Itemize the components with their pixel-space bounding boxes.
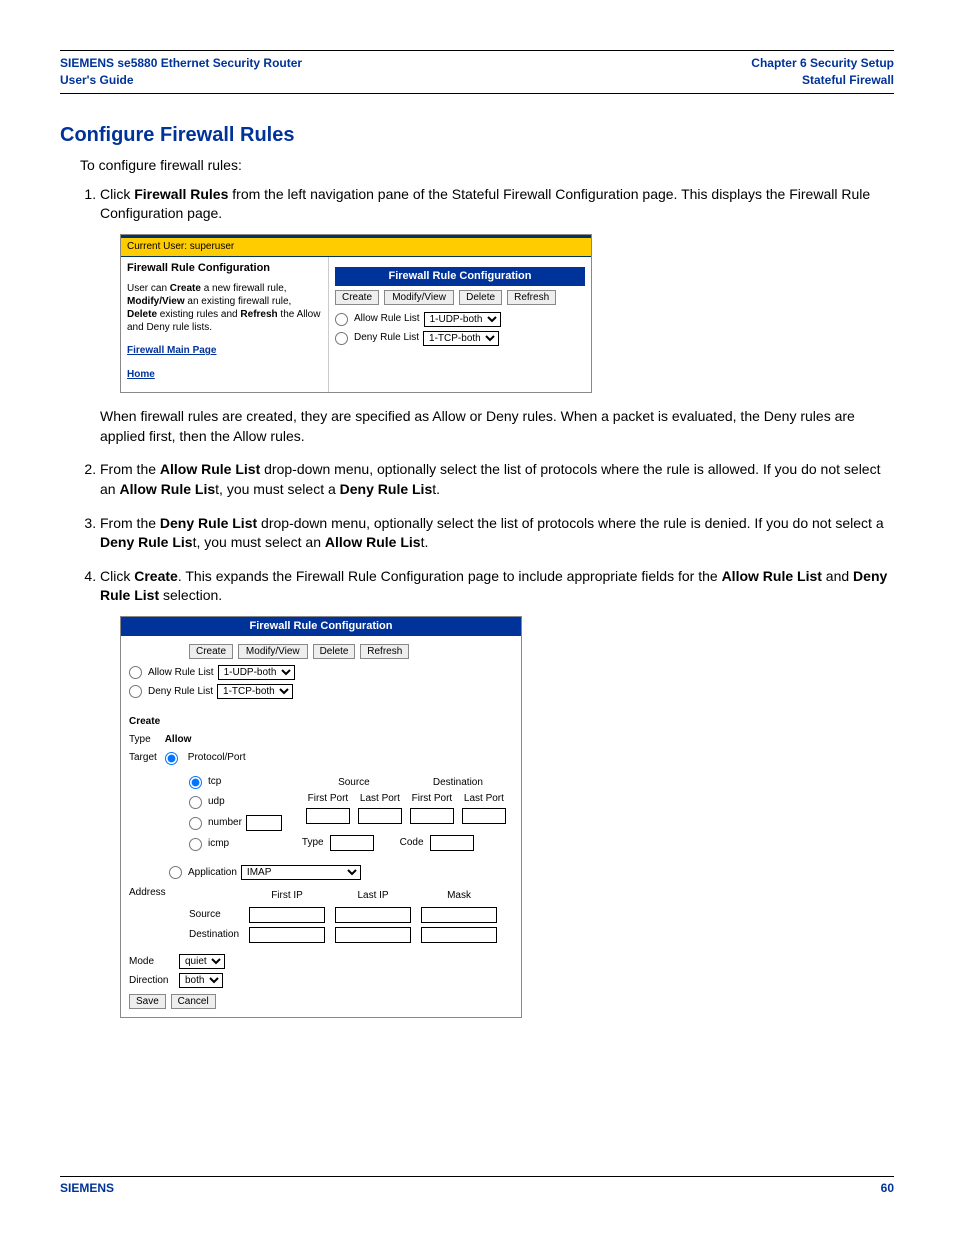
config-panel-title-2: Firewall Rule Configuration <box>121 617 521 636</box>
page-header: SIEMENS se5880 Ethernet Security Router … <box>60 51 894 93</box>
left-panel-desc: User can Create a new firewall rule, Mod… <box>127 282 322 334</box>
dst-mask-input[interactable] <box>421 927 497 943</box>
left-panel-title: Firewall Rule Configuration <box>127 261 322 276</box>
dst-last-port-header: Last Port <box>458 791 510 807</box>
deny-rule-label-2: Deny Rule List <box>148 685 213 699</box>
first-ip-header: First IP <box>245 888 329 904</box>
allow-rule-radio-2[interactable] <box>129 666 142 679</box>
create-button[interactable]: Create <box>335 290 379 305</box>
src-first-ip-input[interactable] <box>249 907 325 923</box>
src-last-ip-input[interactable] <box>335 907 411 923</box>
refresh-button-2[interactable]: Refresh <box>360 644 409 659</box>
source-row-label: Source <box>185 906 243 924</box>
icmp-code-label: Code <box>400 836 424 850</box>
mode-label: Mode <box>129 955 173 969</box>
allow-rule-label-2: Allow Rule List <box>148 666 214 680</box>
deny-rule-select-2[interactable]: 1-TCP-both <box>217 684 293 699</box>
config-panel-title: Firewall Rule Configuration <box>335 267 585 286</box>
number-label: number <box>208 816 242 830</box>
icmp-code-input[interactable] <box>430 835 474 851</box>
deny-rule-radio[interactable] <box>335 332 348 345</box>
application-select[interactable]: IMAP <box>241 865 361 880</box>
step1-followup: When firewall rules are created, they ar… <box>100 407 894 446</box>
source-header: Source <box>302 775 406 791</box>
src-mask-input[interactable] <box>421 907 497 923</box>
modify-view-button-2[interactable]: Modify/View <box>238 644 308 659</box>
type-value: Allow <box>165 733 192 747</box>
src-first-port-input[interactable] <box>306 808 350 824</box>
protocol-port-label: Protocol/Port <box>188 751 246 765</box>
src-last-port-header: Last Port <box>354 791 406 807</box>
save-button[interactable]: Save <box>129 994 166 1009</box>
target-label: Target <box>129 751 157 765</box>
mode-select[interactable]: quiet <box>179 954 225 969</box>
destination-row-label: Destination <box>185 926 243 944</box>
step-4: Click Create. This expands the Firewall … <box>100 567 894 1019</box>
delete-button-2[interactable]: Delete <box>313 644 356 659</box>
last-ip-header: Last IP <box>331 888 415 904</box>
intro-text: To configure firewall rules: <box>80 157 894 173</box>
dst-first-port-input[interactable] <box>410 808 454 824</box>
protocol-port-radio[interactable] <box>165 752 178 765</box>
mask-header: Mask <box>417 888 501 904</box>
link-firewall-main[interactable]: Firewall Main Page <box>127 344 322 358</box>
step-1: Click Firewall Rules from the left navig… <box>100 185 894 447</box>
step-2: From the Allow Rule List drop-down menu,… <box>100 460 894 499</box>
cancel-button[interactable]: Cancel <box>171 994 216 1009</box>
section-title: Configure Firewall Rules <box>60 124 894 147</box>
step1-text: Click Firewall Rules from the left navig… <box>100 186 870 222</box>
tcp-radio[interactable] <box>189 776 202 789</box>
icmp-type-label: Type <box>302 836 324 850</box>
allow-rule-select-2[interactable]: 1-UDP-both <box>218 665 295 680</box>
header-guide: User's Guide <box>60 72 302 89</box>
src-first-port-header: First Port <box>302 791 354 807</box>
application-label: Application <box>188 866 237 880</box>
modify-view-button[interactable]: Modify/View <box>384 290 454 305</box>
tcp-label: tcp <box>208 775 221 789</box>
delete-button[interactable]: Delete <box>459 290 502 305</box>
dst-last-port-input[interactable] <box>462 808 506 824</box>
udp-label: udp <box>208 795 225 809</box>
address-label: Address <box>129 886 173 946</box>
step-3: From the Deny Rule List drop-down menu, … <box>100 514 894 553</box>
src-last-port-input[interactable] <box>358 808 402 824</box>
deny-rule-radio-2[interactable] <box>129 685 142 698</box>
screenshot-firewall-config-expanded: Firewall Rule Configuration Create Modif… <box>120 616 522 1018</box>
destination-header: Destination <box>406 775 510 791</box>
header-section: Stateful Firewall <box>751 72 894 89</box>
dst-last-ip-input[interactable] <box>335 927 411 943</box>
icmp-label: icmp <box>208 837 229 851</box>
refresh-button[interactable]: Refresh <box>507 290 556 305</box>
create-heading: Create <box>129 716 160 727</box>
icmp-type-input[interactable] <box>330 835 374 851</box>
number-input[interactable] <box>246 815 282 831</box>
application-radio[interactable] <box>169 866 182 879</box>
direction-select[interactable]: both <box>179 973 223 988</box>
dst-first-ip-input[interactable] <box>249 927 325 943</box>
allow-rule-label: Allow Rule List <box>354 312 420 326</box>
direction-label: Direction <box>129 974 173 988</box>
header-chapter: Chapter 6 Security Setup <box>751 55 894 72</box>
allow-rule-select[interactable]: 1-UDP-both <box>424 312 501 327</box>
link-home[interactable]: Home <box>127 368 322 382</box>
allow-rule-radio[interactable] <box>335 313 348 326</box>
create-button-2[interactable]: Create <box>189 644 233 659</box>
screenshot-firewall-config-basic: Current User: superuser Firewall Rule Co… <box>120 234 592 393</box>
icmp-radio[interactable] <box>189 838 202 851</box>
udp-radio[interactable] <box>189 796 202 809</box>
dst-first-port-header: First Port <box>406 791 458 807</box>
footer-brand: SIEMENS <box>60 1181 114 1195</box>
number-radio[interactable] <box>189 817 202 830</box>
type-label: Type <box>129 733 151 747</box>
footer-page-number: 60 <box>881 1181 894 1195</box>
current-user-bar: Current User: superuser <box>121 235 591 257</box>
deny-rule-label: Deny Rule List <box>354 331 419 345</box>
deny-rule-select[interactable]: 1-TCP-both <box>423 331 499 346</box>
header-product: SIEMENS se5880 Ethernet Security Router <box>60 55 302 72</box>
